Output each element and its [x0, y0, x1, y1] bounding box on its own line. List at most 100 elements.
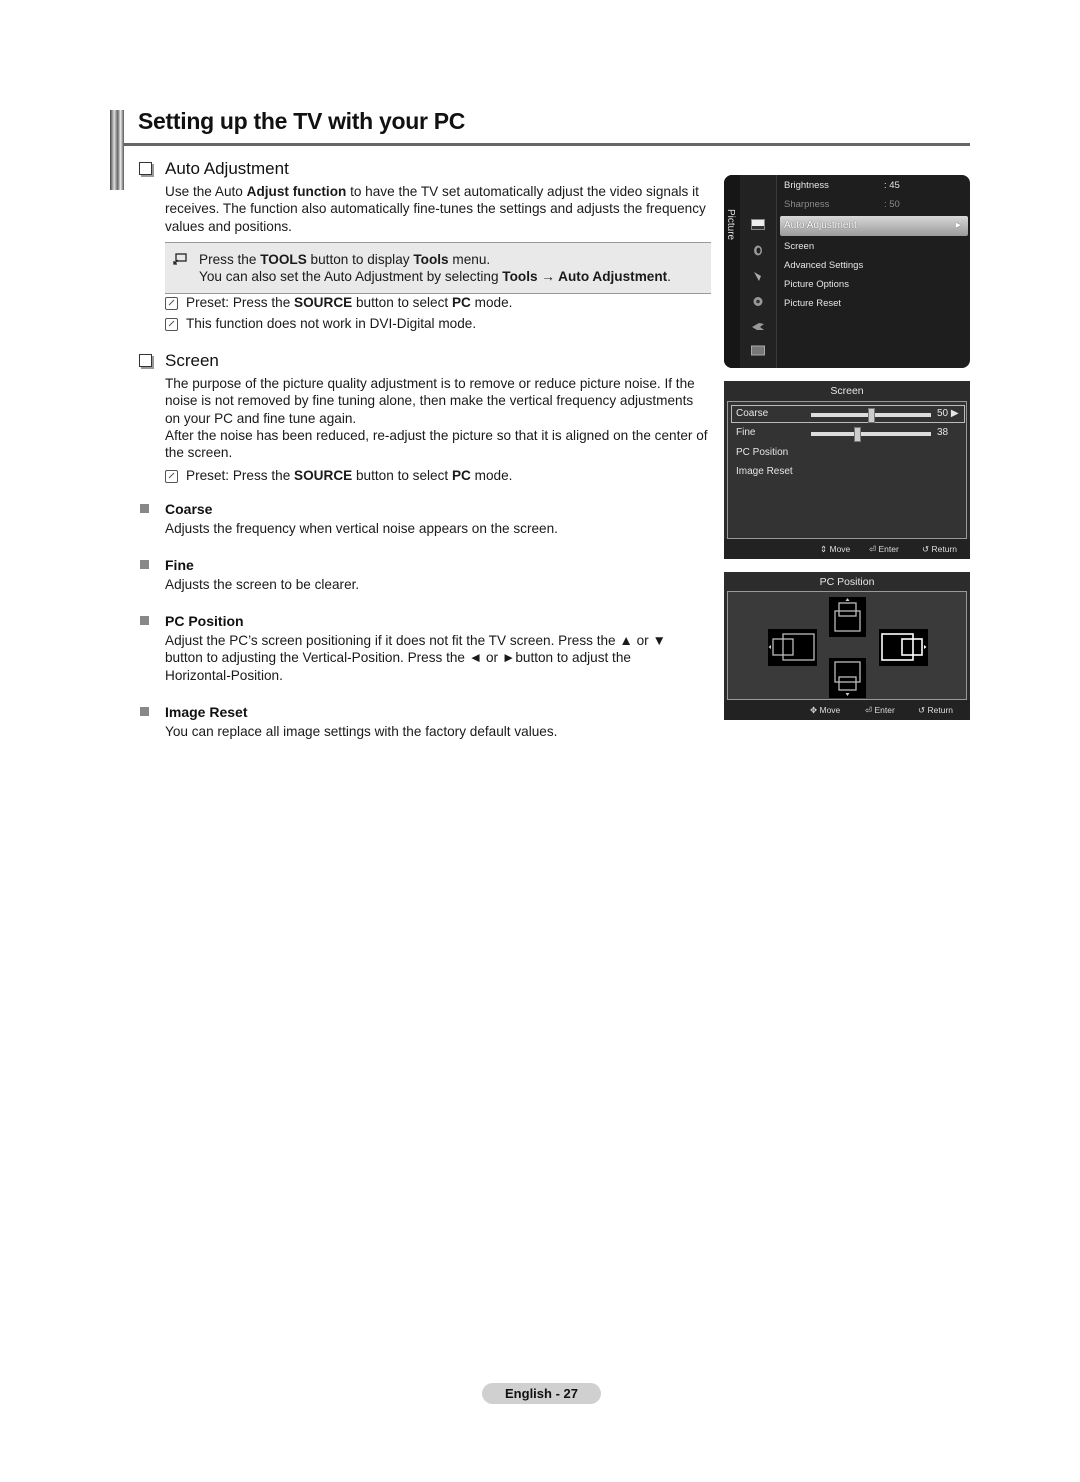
coarse-slider[interactable] — [811, 408, 931, 423]
page-number-label: English - 27 — [505, 1386, 578, 1401]
item-image-reset: Image Reset You can replace all image se… — [140, 704, 710, 740]
fine-slider[interactable] — [811, 427, 931, 442]
screen-menu-panel: Coarse 50 ▶ Fine 38 PC Position Image Re… — [727, 401, 967, 539]
enter-icon: ⏎ — [865, 705, 873, 715]
move-label: Move — [829, 544, 851, 554]
checkbox-bullet-icon — [139, 354, 152, 367]
menu-item-screen[interactable]: Screen — [784, 241, 814, 252]
sharpness-value: : 50 — [884, 199, 900, 210]
menu-item-picture-options[interactable]: Picture Options — [784, 279, 849, 290]
input-icon[interactable] — [751, 321, 765, 332]
menu-item-label: Auto Adjustment — [784, 220, 857, 231]
coarse-value: 50 ▶ — [937, 408, 959, 419]
text-run: menu. — [448, 252, 491, 267]
section-heading-auto-adjustment: Auto Adjustment — [139, 159, 289, 179]
return-label: Return — [931, 544, 958, 554]
item-description: You can replace all image settings with … — [165, 724, 558, 739]
text-run: button to display — [306, 252, 414, 267]
tools-line-1: Press the TOOLS button to display Tools … — [199, 252, 490, 267]
menu-item-auto-adjustment[interactable]: Auto Adjustment ▶ — [780, 216, 968, 236]
menu-item-advanced-settings[interactable]: Advanced Settings — [784, 260, 863, 271]
fine-slider-knob[interactable] — [853, 427, 861, 442]
screen-description-1: The purpose of the picture quality adjus… — [165, 376, 695, 426]
sound-icon[interactable] — [751, 245, 765, 256]
return-icon: ↺ — [922, 544, 930, 554]
square-bullet-icon — [140, 560, 149, 569]
enter-label: Enter — [878, 544, 899, 554]
text-run: Press the — [199, 252, 261, 267]
return-label: Return — [927, 705, 954, 715]
screen-description-2: After the noise has been reduced, re-adj… — [165, 428, 708, 461]
note-dvi: This function does not work in DVI-Digit… — [165, 316, 476, 331]
screen-menu-title: Screen — [830, 385, 864, 397]
row-pc-position[interactable]: PC Position — [736, 447, 788, 458]
header-side-bar — [110, 110, 124, 190]
coarse-slider-knob[interactable] — [868, 408, 875, 423]
menu-item-sharpness[interactable]: Sharpness — [784, 199, 829, 210]
item-pc-position: PC Position Adjust the PC’s screen posit… — [140, 613, 685, 684]
checkbox-bullet-icon — [139, 162, 152, 175]
setup-gear-icon[interactable] — [751, 296, 765, 307]
item-fine: Fine Adjusts the screen to be clearer. — [140, 557, 710, 593]
auto-adjustment-description: Use the Auto Adjust function to have the… — [165, 183, 710, 235]
position-left-button[interactable] — [768, 629, 817, 666]
row-fine[interactable]: Fine — [736, 427, 755, 438]
heading-text: Screen — [165, 351, 219, 370]
bold-text: Adjust function — [246, 184, 347, 199]
brightness-value: : 45 — [884, 180, 900, 191]
enter-hint: ⏎ Enter — [869, 544, 899, 555]
text-run: You can also set the Auto Adjustment by … — [199, 269, 503, 284]
item-title: PC Position — [165, 613, 244, 629]
tools-icon — [173, 253, 187, 265]
square-bullet-icon — [140, 504, 149, 513]
section-heading-screen: Screen — [139, 351, 219, 371]
text-run: mode. — [470, 468, 513, 483]
pc-position-title: PC Position — [819, 576, 875, 588]
fine-value: 38 — [937, 427, 949, 438]
tv-screen-menu: Screen Coarse 50 ▶ Fine 38 PC Position I… — [724, 381, 970, 559]
channel-icon[interactable] — [751, 271, 765, 282]
position-down-button[interactable] — [829, 658, 866, 698]
pc-position-panel — [727, 591, 967, 700]
square-bullet-icon — [140, 616, 149, 625]
application-icon[interactable] — [751, 345, 765, 356]
return-icon: ↺ — [918, 705, 926, 715]
enter-hint: ⏎ Enter — [865, 705, 895, 716]
menu-item-picture-reset[interactable]: Picture Reset — [784, 298, 841, 309]
note-text: Preset: Press the SOURCE button to selec… — [186, 468, 512, 483]
picture-icon[interactable] — [751, 219, 765, 230]
note-text: Preset: Press the SOURCE button to selec… — [186, 295, 512, 310]
note-preset: Preset: Press the SOURCE button to selec… — [165, 295, 512, 310]
tv-pc-position-menu: PC Position ✥ Move ⏎ Enter ↺ Return — [724, 572, 970, 720]
text-run: mode. — [470, 295, 513, 310]
position-up-button[interactable] — [829, 597, 866, 637]
move-hint: ⇕ Move — [820, 544, 850, 555]
position-right-button[interactable] — [879, 629, 928, 666]
item-description: Adjusts the screen to be clearer. — [165, 577, 360, 592]
note-text: This function does not work in DVI-Digit… — [186, 316, 476, 331]
title-divider — [124, 143, 970, 146]
menu-item-brightness[interactable]: Brightness — [784, 180, 829, 191]
text-run: button to select — [352, 295, 452, 310]
square-bullet-icon — [140, 707, 149, 716]
item-title: Image Reset — [165, 704, 248, 720]
bold-text: TOOLS — [260, 252, 307, 267]
page-title: Setting up the TV with your PC — [138, 108, 466, 134]
tools-tip-box: Press the TOOLS button to display Tools … — [165, 242, 711, 294]
text-run: Preset: Press the — [186, 295, 295, 310]
text-run: Use the Auto — [165, 184, 247, 199]
tab-picture[interactable]: Picture — [725, 209, 736, 240]
move-label: Move — [819, 705, 841, 715]
pc-position-footer: ✥ Move ⏎ Enter ↺ Return — [724, 700, 970, 720]
return-hint: ↺ Return — [918, 705, 953, 716]
row-image-reset[interactable]: Image Reset — [736, 466, 793, 477]
page-number-badge: English - 27 — [482, 1383, 601, 1404]
row-coarse[interactable]: Coarse — [736, 408, 768, 419]
bold-text: Tools — [413, 252, 449, 267]
note-icon — [165, 318, 178, 331]
item-coarse: Coarse Adjusts the frequency when vertic… — [140, 501, 710, 537]
bold-text: Tools → Auto Adjustment — [502, 269, 668, 284]
bold-text: PC — [451, 295, 471, 310]
item-description: Adjusts the frequency when vertical nois… — [165, 521, 558, 536]
bold-text: SOURCE — [294, 468, 353, 483]
